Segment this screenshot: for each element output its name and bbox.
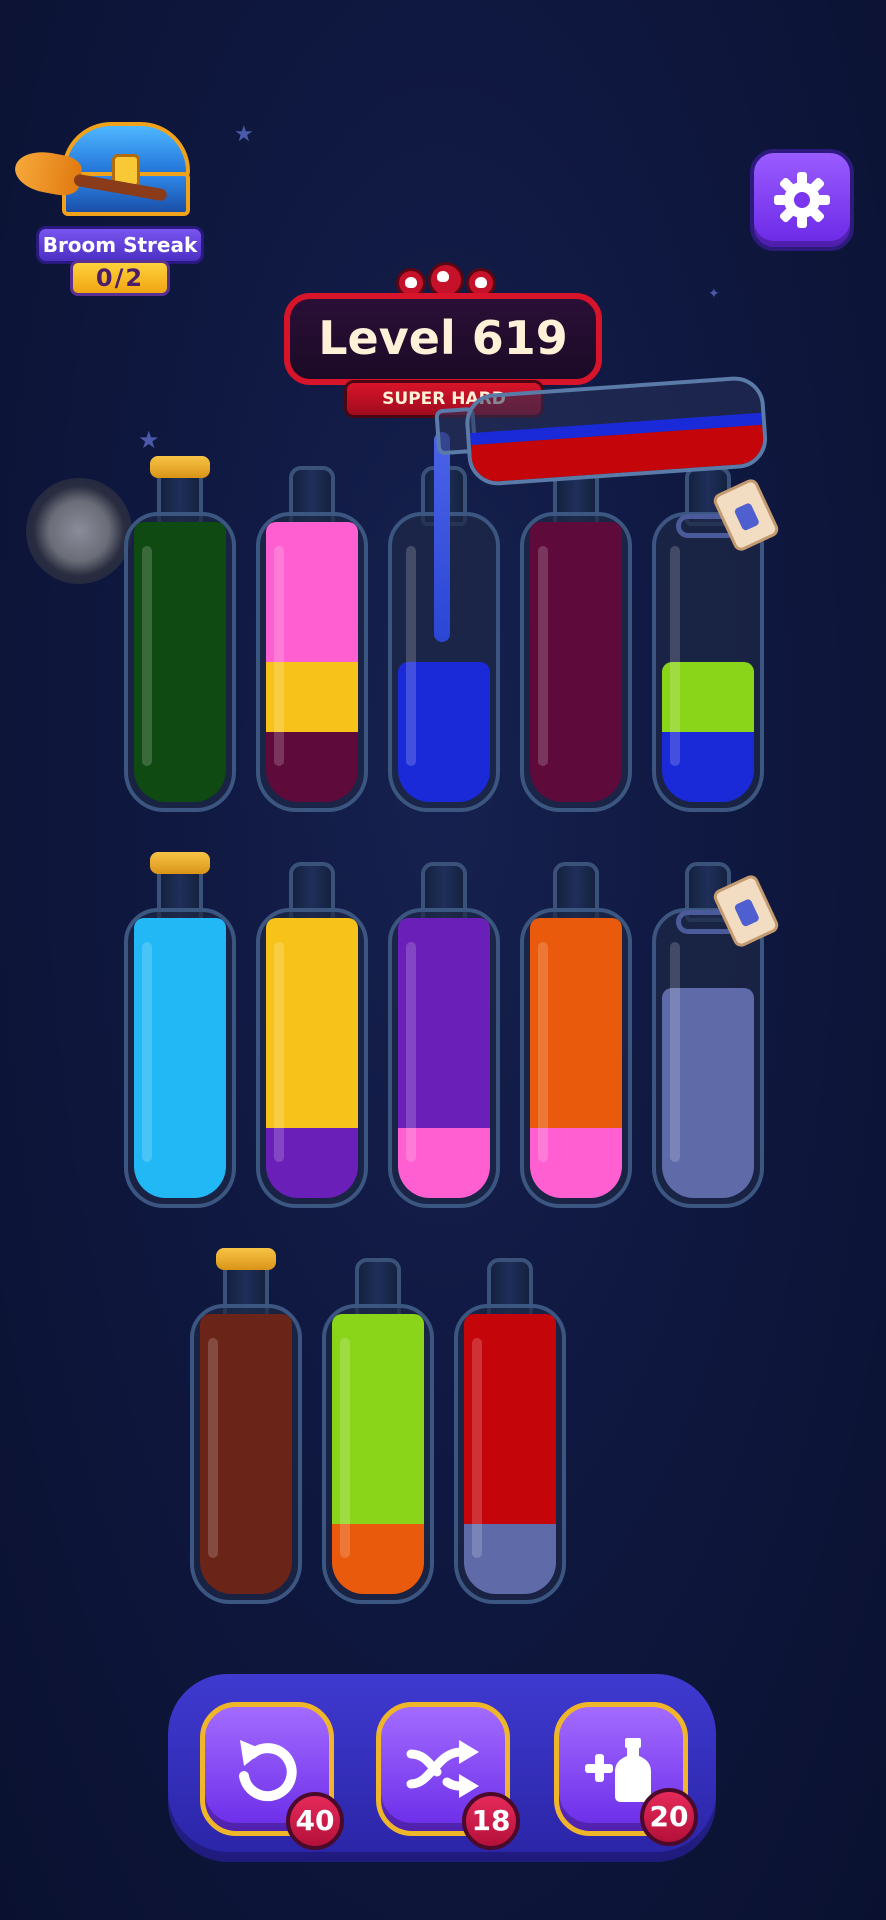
bottle[interactable] xyxy=(388,862,500,1208)
bottle[interactable] xyxy=(520,466,632,812)
add-bottle-count-badge: 20 xyxy=(640,1788,698,1846)
bottle[interactable] xyxy=(652,466,781,812)
bottle[interactable] xyxy=(454,1258,566,1604)
cork-icon xyxy=(216,1248,276,1270)
tool-bar: 40 18 20 xyxy=(168,1674,716,1862)
shuffle-icon xyxy=(406,1740,479,1798)
streak-label: Broom Streak xyxy=(36,226,204,264)
star-icon: ★ xyxy=(138,426,160,454)
bottle[interactable] xyxy=(256,862,368,1208)
cork-icon xyxy=(150,852,210,874)
star-icon: ✦ xyxy=(708,286,720,302)
settings-button[interactable] xyxy=(750,149,854,251)
star-icon: ★ xyxy=(234,122,254,147)
bottle[interactable] xyxy=(190,1248,302,1604)
bottle[interactable] xyxy=(256,466,368,812)
undo-icon xyxy=(239,1740,297,1802)
streak-count: 0/2 xyxy=(70,260,170,296)
bottle[interactable] xyxy=(124,852,236,1208)
gear-icon xyxy=(774,172,830,228)
broom-streak-widget[interactable]: Broom Streak 0/2 xyxy=(11,118,212,303)
level-title: Level 619 xyxy=(284,293,602,385)
bottle[interactable] xyxy=(124,456,236,812)
cork-icon xyxy=(150,456,210,478)
undo-count-badge: 40 xyxy=(286,1792,344,1850)
floating-touch-button[interactable] xyxy=(26,478,132,584)
shuffle-count-badge: 18 xyxy=(462,1792,520,1850)
bottle[interactable] xyxy=(322,1258,434,1604)
bottle[interactable] xyxy=(520,862,632,1208)
bottle[interactable] xyxy=(652,862,781,1208)
